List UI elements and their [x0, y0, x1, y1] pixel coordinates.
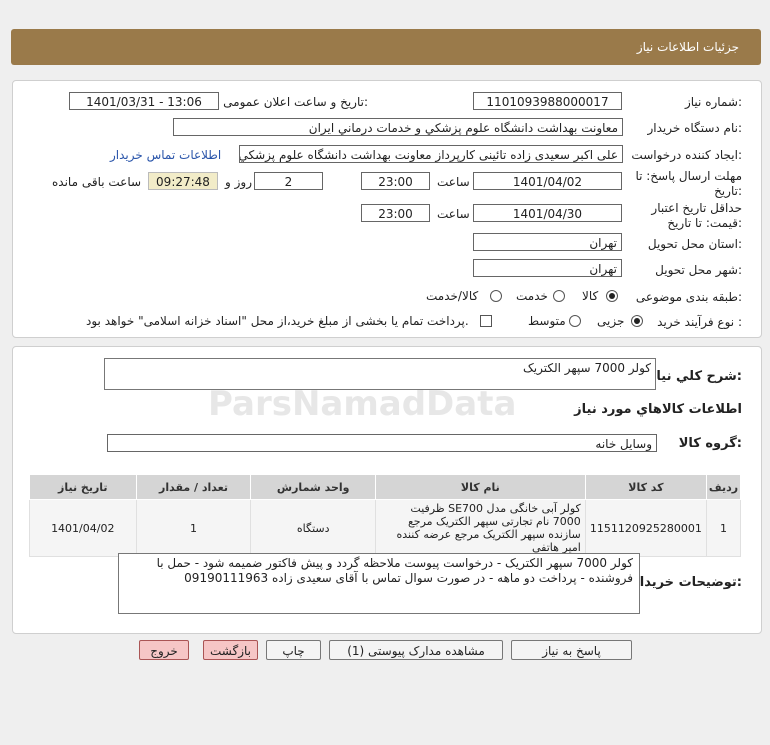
- validity-label: حداقل تاریخ اعتبار: [651, 201, 742, 215]
- process-radio-minor[interactable]: [631, 315, 643, 327]
- cell-unit: دستگاه: [250, 499, 376, 557]
- days-label: روز و: [225, 175, 252, 189]
- city-field: تهران: [473, 259, 622, 277]
- cell-code: 1151120925280001: [584, 499, 708, 557]
- page-title: جزئیات اطلاعات نیاز: [636, 40, 739, 54]
- deadline-date-field: 1401/04/02: [473, 172, 622, 190]
- category-option-goods: کالا: [582, 289, 599, 303]
- creator-label: ایجاد کننده درخواست:: [631, 148, 742, 162]
- process-radio-medium[interactable]: [569, 315, 581, 327]
- deadline-time-label: ساعت: [437, 175, 470, 189]
- category-option-service: خدمت: [516, 289, 548, 303]
- need-desc-field: کولر 7000 سپهر الکتریک: [104, 358, 656, 390]
- watermark: ParsNamadData: [208, 384, 517, 424]
- need-number-label: شماره نیاز:: [684, 95, 742, 109]
- city-label: شهر محل تحویل:: [655, 263, 742, 277]
- validity-label-2: قیمت: تا تاریخ:: [667, 216, 742, 230]
- back-button[interactable]: بازگشت: [203, 640, 258, 660]
- exit-button[interactable]: خروج: [139, 640, 189, 660]
- remaining-time-field: 09:27:48: [148, 172, 218, 190]
- cell-date: 1401/04/02: [29, 499, 137, 557]
- province-field: تهران: [473, 233, 622, 251]
- col-header-unit: واحد شمارش: [250, 474, 376, 500]
- group-field: وسایل خانه: [107, 434, 657, 452]
- need-desc-label: شرح کلي نياز:: [648, 369, 742, 384]
- contact-info-link[interactable]: اطلاعات تماس خریدار: [110, 148, 221, 162]
- buyer-org-label: نام دستگاه خریدار:: [647, 121, 743, 135]
- creator-field: علی اکبر سعیدی زاده تائینی کارپرداز معاو…: [239, 145, 623, 163]
- announce-field: 1401/03/31 - 13:06: [69, 92, 219, 110]
- category-radio-goods-service[interactable]: [490, 290, 502, 302]
- deadline-label: مهلت ارسال پاسخ: تا: [635, 169, 742, 183]
- deadline-label-2: تاریخ:: [714, 184, 742, 198]
- process-label: نوع فرآیند خرید :: [657, 315, 742, 329]
- process-option-minor: جزیی: [597, 314, 625, 328]
- announce-label: تاریخ و ساعت اعلان عمومی:: [223, 95, 368, 109]
- cell-qty: 1: [135, 499, 252, 557]
- buyer-notes-label: توضیحات خریدار:: [632, 575, 742, 590]
- validity-time-field: 23:00: [361, 204, 430, 222]
- cell-name: کولر آبی خانگی مدل SE700 ظرفیت 7000 نام …: [374, 499, 586, 557]
- items-section-title: اطلاعات کالاهاي مورد نياز: [574, 402, 742, 417]
- need-number-field: 1101093988000017: [473, 92, 622, 110]
- province-label: استان محل تحویل:: [647, 237, 742, 251]
- category-radio-goods[interactable]: [606, 290, 618, 302]
- print-button[interactable]: چاپ: [266, 640, 321, 660]
- validity-time-label: ساعت: [437, 207, 470, 221]
- payment-note: پرداخت تمام یا بخشی از مبلغ خرید،از محل …: [86, 314, 469, 328]
- treasury-checkbox[interactable]: [480, 315, 492, 327]
- days-remaining-field: 2: [254, 172, 323, 190]
- category-label: طبقه بندی موضوعی:: [635, 290, 742, 304]
- col-header-code: کد کالا: [584, 474, 708, 500]
- buyer-notes-field: کولر 7000 سپهر الکتریک - درخواست پیوست م…: [118, 553, 640, 614]
- items-table: ردیف کد کالا نام کالا واحد شمارش تعداد /…: [29, 474, 741, 557]
- col-header-name: نام کالا: [374, 474, 586, 500]
- category-radio-service[interactable]: [553, 290, 565, 302]
- col-header-date: تاریخ نیاز: [29, 474, 137, 500]
- cell-row: 1: [706, 499, 741, 557]
- view-attachments-button[interactable]: مشاهده مدارک پیوستی (1): [329, 640, 503, 660]
- reply-button[interactable]: پاسخ به نیاز: [511, 640, 632, 660]
- col-header-row: ردیف: [706, 474, 741, 500]
- table-row: 1 1151120925280001 کولر آبی خانگی مدل SE…: [29, 499, 741, 557]
- page-header: جزئیات اطلاعات نیاز: [11, 29, 761, 65]
- category-option-goods-service: کالا/خدمت: [426, 289, 479, 303]
- remaining-label: ساعت باقی مانده: [52, 175, 142, 189]
- buyer-org-field: معاونت بهداشت دانشگاه علوم پزشکي و خدمات…: [173, 118, 623, 136]
- group-label: گروه کالا:: [678, 436, 742, 451]
- validity-date-field: 1401/04/30: [473, 204, 622, 222]
- col-header-qty: تعداد / مقدار: [135, 474, 252, 500]
- deadline-time-field: 23:00: [361, 172, 430, 190]
- process-option-medium: متوسط: [528, 314, 566, 328]
